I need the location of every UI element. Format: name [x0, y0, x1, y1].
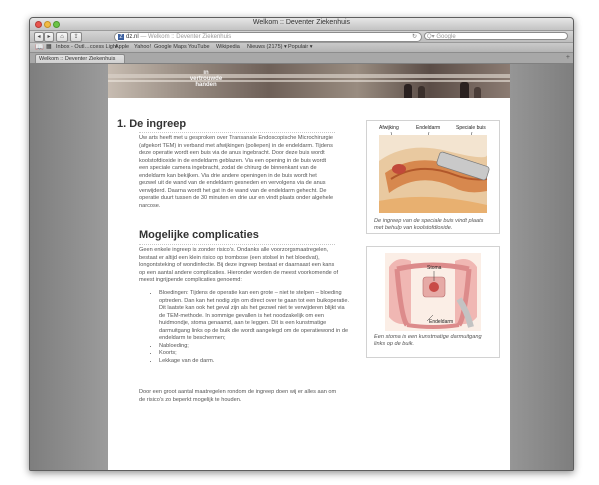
bookmark-nieuws[interactable]: Nieuws (2175) ▾	[247, 43, 287, 52]
section-heading-ingreep: 1. De ingreep	[117, 118, 187, 130]
browser-window: Welkom :: Deventer Ziekenhuis ◂ ▸ ⌂ ⇪ Zd…	[29, 17, 574, 471]
section-heading-complicaties: Mogelijke complicaties	[139, 229, 259, 241]
search-input[interactable]: Q▾ Google	[424, 32, 568, 40]
home-button[interactable]: ⌂	[56, 32, 68, 42]
bookmark-youtube[interactable]: YouTube	[188, 43, 210, 52]
banner-person	[460, 82, 469, 98]
bookmark-yahoo[interactable]: Yahoo!	[134, 43, 151, 52]
bookmark-wikipedia[interactable]: Wikipedia	[216, 43, 240, 52]
back-button[interactable]: ◂	[34, 32, 44, 42]
heading-divider	[139, 132, 335, 133]
address-bar[interactable]: Zdz.nl — Welkom :: Deventer Ziekenhuis ↻	[114, 32, 422, 42]
paragraph-maatregelen: Door een groot aantal maatregelen rondom…	[139, 389, 337, 403]
list-item: Bloedingen: Tijdens de operatie kan een …	[159, 290, 349, 343]
url-page-title: — Welkom :: Deventer Ziekenhuis	[140, 34, 232, 40]
paragraph-complicaties: Geen enkele ingreep is zonder risico's. …	[139, 247, 339, 283]
window-title: Welkom :: Deventer Ziekenhuis	[252, 19, 351, 26]
title-bar: Welkom :: Deventer Ziekenhuis	[30, 18, 573, 31]
figure-tem-procedure: Afwijking Endeldarm Speciale buis De ing…	[366, 120, 500, 234]
share-button[interactable]: ⇪	[70, 32, 82, 42]
new-tab-icon[interactable]: +	[566, 54, 570, 61]
banner-slogan-line: handen	[195, 82, 217, 88]
heading-divider	[139, 244, 335, 245]
figure-caption: De ingreep van de speciale buis vindt pl…	[374, 218, 484, 231]
bookmark-populair[interactable]: Populair ▾	[288, 43, 312, 52]
banner-person	[474, 87, 481, 98]
paragraph-ingreep: Uw arts heeft met u gesproken over Trans…	[139, 135, 334, 209]
header-banner: in vertrouwde handen	[108, 64, 510, 98]
bookmark-google-maps[interactable]: Google Maps	[154, 43, 187, 52]
tab-welkom[interactable]: Welkom :: Deventer Ziekenhuis	[35, 54, 125, 63]
figure-caption: Een stoma is een kunstmatige darmuitgang…	[374, 334, 482, 347]
bookmark-apple[interactable]: Apple	[115, 43, 129, 52]
banner-slogan: in vertrouwde handen	[176, 70, 236, 88]
web-viewport[interactable]: in vertrouwde handen 1. De ingreep Uw ar…	[30, 64, 573, 470]
figure-label: Endeldarm	[429, 319, 454, 325]
list-item: Nabloeding;	[159, 343, 349, 351]
toolbar: ◂ ▸ ⌂ ⇪ Zdz.nl — Welkom :: Deventer Ziek…	[30, 31, 573, 42]
bookmarks-bar: 📖 ▦ Inbox - Outl…ccess Light Apple Yahoo…	[30, 43, 573, 53]
banner-ceiling-band	[108, 74, 510, 78]
show-all-bookmarks-icon[interactable]: 📖	[35, 43, 44, 52]
top-sites-grid-icon[interactable]: ▦	[46, 43, 52, 52]
banner-person	[404, 84, 412, 98]
forward-button[interactable]: ▸	[44, 32, 54, 42]
web-page: in vertrouwde handen 1. De ingreep Uw ar…	[108, 64, 510, 470]
reload-icon[interactable]: ↻	[412, 33, 417, 41]
complications-list: Bloedingen: Tijdens de operatie kan een …	[150, 290, 349, 365]
figure-stoma: Stoma Endeldarm Een stoma is een kunstma…	[366, 246, 500, 358]
figure-label: Stoma	[427, 265, 442, 271]
banner-person	[418, 86, 425, 98]
article-content: 1. De ingreep Uw arts heeft met u gespro…	[108, 98, 510, 470]
bookmark-inbox[interactable]: Inbox - Outl…ccess Light	[56, 43, 117, 52]
url-host: dz.nl	[126, 34, 139, 40]
list-item: Koorts;	[159, 350, 349, 358]
tab-bar: Welkom :: Deventer Ziekenhuis +	[30, 53, 573, 64]
illustration-tem	[379, 131, 490, 213]
site-favicon: Z	[118, 34, 124, 40]
list-item: Lekkage van de darm.	[159, 358, 349, 366]
banner-ceiling-line	[108, 80, 510, 82]
